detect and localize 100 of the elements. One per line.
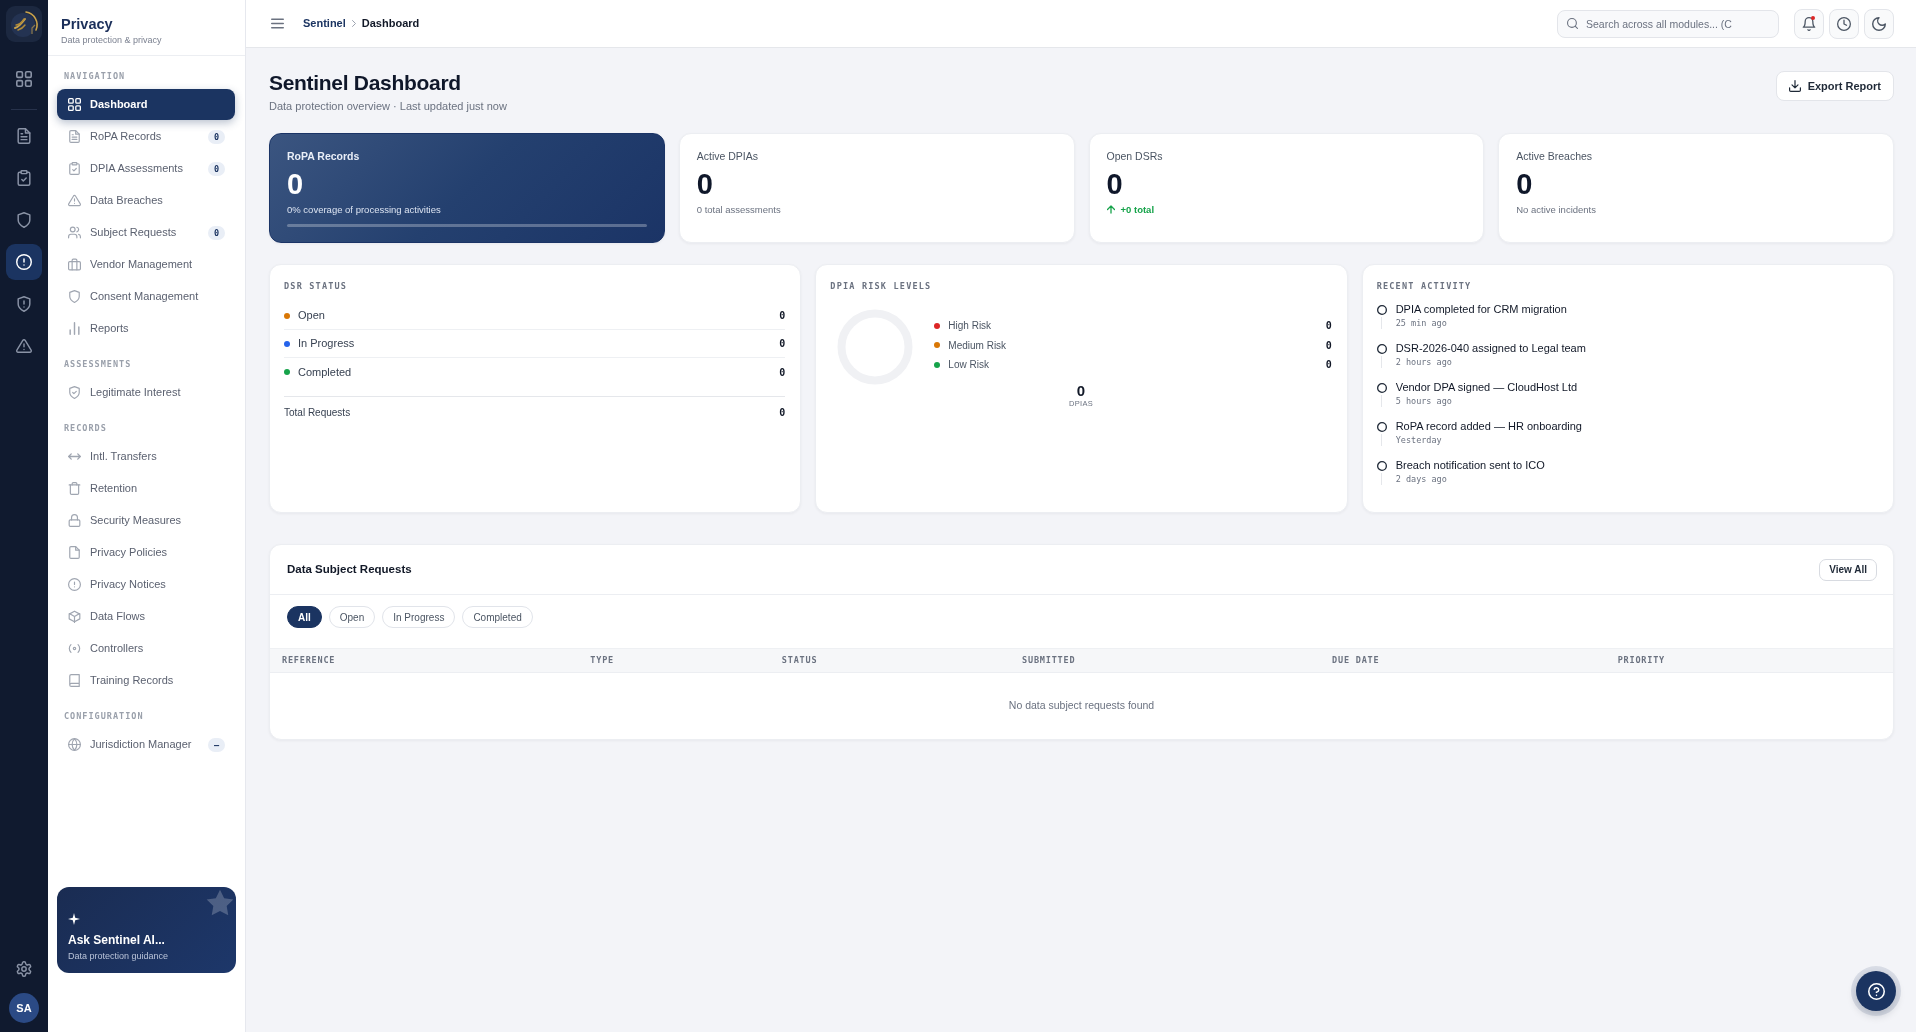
alert-icon — [68, 578, 81, 591]
settings-icon — [16, 961, 32, 977]
document-icon — [16, 128, 32, 144]
sidebar-item[interactable]: Data Breaches — [57, 185, 235, 216]
file-icon — [68, 546, 81, 559]
count-badge: 0 — [207, 225, 225, 240]
filter-tab[interactable]: Open — [328, 606, 376, 628]
sidebar-item[interactable]: Retention — [57, 473, 235, 504]
logo-icon[interactable] — [6, 6, 42, 42]
stat-label: RoPA Records — [287, 149, 361, 163]
menu-icon — [271, 18, 284, 29]
section-heading: RECORDS — [63, 422, 108, 435]
assistant-card[interactable]: Ask Sentinel AI... Data protection guidance — [57, 887, 236, 973]
breadcrumb-link[interactable]: Sentinel — [303, 15, 346, 32]
section-heading: CONFIGURATION — [63, 710, 145, 723]
export-report-button[interactable]: Export Report — [1775, 71, 1894, 101]
circle-icon — [1376, 304, 1387, 315]
sidebar-item[interactable]: Reports — [57, 313, 235, 344]
empty-message: No data subject requests found — [270, 672, 1893, 739]
activity-text: DPIA completed for CRM migration — [1395, 302, 1567, 317]
bell-icon — [1802, 16, 1816, 31]
stat-value: 0 — [1106, 168, 1124, 200]
sidebar-item[interactable]: Vendor Management — [57, 249, 235, 280]
grid-icon — [16, 71, 32, 87]
star-icon — [206, 889, 234, 916]
sidebar-item[interactable]: RoPA Records 0 — [57, 121, 235, 152]
stat-label: Open DSRs — [1106, 149, 1164, 163]
stat-value: 0 — [1516, 168, 1534, 200]
clipboard-check-icon — [16, 170, 32, 186]
history-button[interactable] — [1829, 8, 1859, 39]
document-icon — [68, 130, 81, 143]
activity-time: 2 hours ago — [1395, 356, 1453, 368]
filter-tab[interactable]: In Progress — [382, 606, 456, 628]
arrows-icon — [68, 450, 81, 463]
cube-icon — [68, 610, 81, 623]
status-count: 0 — [779, 365, 786, 380]
column-header: PRIORITY — [1605, 648, 1893, 673]
sidebar-item[interactable]: Legitimate Interest — [57, 377, 235, 408]
user-avatar[interactable]: SA — [9, 993, 39, 1023]
notifications-button[interactable] — [1794, 8, 1824, 39]
activity-time: 5 hours ago — [1395, 395, 1453, 407]
stat-label: Active DPIAs — [696, 149, 760, 163]
warning-icon — [68, 194, 81, 207]
sidebar-item[interactable]: Security Measures — [57, 505, 235, 536]
activity-time: 2 days ago — [1395, 473, 1448, 485]
sidebar-item[interactable]: Privacy Policies — [57, 537, 235, 568]
bar-chart-icon — [68, 322, 81, 335]
rail-nav-button[interactable] — [6, 244, 42, 280]
circle-icon — [1376, 382, 1387, 393]
activity-text: RoPA record added — HR onboarding — [1395, 419, 1582, 434]
alert-icon — [16, 254, 32, 270]
legend-count: 0 — [1325, 338, 1332, 353]
filter-tab[interactable]: Completed — [462, 606, 533, 628]
search-icon — [1567, 18, 1578, 29]
panel-heading: RECENT ACTIVITY — [1376, 280, 1473, 292]
sidebar-item[interactable]: DPIA Assessments 0 — [57, 153, 235, 184]
sidebar-item[interactable]: Dashboard — [57, 89, 235, 120]
download-icon — [1788, 80, 1801, 92]
sidebar-item[interactable]: Intl. Transfers — [57, 441, 235, 472]
sidebar-item[interactable]: Data Flows — [57, 601, 235, 632]
theme-toggle-button[interactable] — [1864, 8, 1894, 39]
filter-tab[interactable]: All — [287, 606, 322, 628]
shield-icon — [16, 212, 32, 228]
circle-icon — [1376, 460, 1387, 471]
section-heading: ASSESSMENTS — [63, 358, 133, 371]
grid-icon — [68, 98, 81, 111]
column-header: STATUS — [769, 648, 1011, 673]
total-count: 0 — [779, 406, 786, 420]
sidebar-item[interactable]: Privacy Notices — [57, 569, 235, 600]
column-header: DUE DATE — [1320, 648, 1606, 673]
total-value: 0 — [1076, 383, 1086, 399]
menu-button[interactable] — [271, 18, 284, 29]
broadcast-icon — [68, 642, 81, 655]
trash-icon — [68, 482, 81, 495]
sidebar-item[interactable]: Consent Management — [57, 281, 235, 312]
shield-icon — [68, 290, 81, 303]
sidebar-item[interactable]: Subject Requests 0 — [57, 217, 235, 248]
view-all-button[interactable]: View All — [1819, 558, 1877, 581]
status-label: In Progress — [298, 336, 355, 352]
sidebar-title: Privacy — [61, 16, 114, 33]
column-header: SUBMITTED — [1010, 648, 1321, 673]
sidebar-item[interactable]: Controllers — [57, 633, 235, 664]
legend-label: High Risk — [948, 319, 992, 334]
breadcrumb-current: Dashboard — [361, 16, 420, 32]
status-count: 0 — [779, 337, 786, 351]
sidebar-item[interactable]: Training Records — [57, 665, 235, 696]
help-button[interactable] — [1856, 971, 1896, 1011]
sidebar-item[interactable]: Jurisdiction Manager – — [57, 729, 235, 760]
circle-icon — [1376, 421, 1387, 432]
legend-label: Low Risk — [948, 358, 989, 373]
shield-alert-icon — [16, 296, 32, 312]
search-field[interactable]: Search across all modules... (C — [1557, 9, 1779, 38]
count-badge: 0 — [207, 129, 225, 144]
status-label: Completed — [298, 364, 352, 380]
sparkle-icon — [68, 912, 80, 925]
stat-label: Active Breaches — [1516, 149, 1594, 163]
arrow-up-icon — [1106, 205, 1115, 214]
stat-note: 0 total assessments — [696, 203, 782, 216]
status-label: Open — [298, 308, 325, 324]
legend-count: 0 — [1325, 358, 1332, 373]
